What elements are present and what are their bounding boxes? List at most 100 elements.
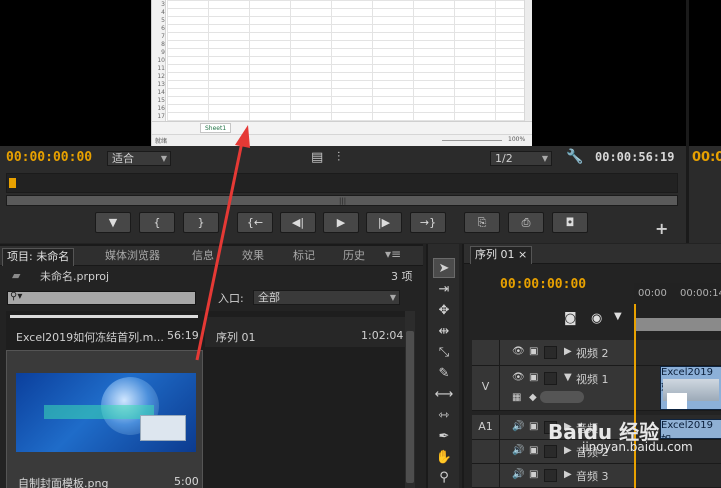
drag-audio-icon[interactable]: ⫶ [337,150,340,165]
project-item-image[interactable]: 自制封面模板.png 5:00 [6,350,203,488]
tab-project[interactable]: 项目: 未命名 [2,248,75,266]
rate-stretch-tool-icon[interactable]: ⤡ [433,343,455,363]
hand-tool-icon[interactable]: ✋ [433,448,455,468]
sync-lock-icon[interactable]: ▣ [529,469,538,480]
search-icon[interactable]: ⚲▾ [10,291,22,302]
add-marker-icon[interactable]: ◉ [591,311,602,326]
mark-out-button[interactable]: } [183,212,219,233]
snap-icon[interactable]: ◙ [564,311,577,326]
marker-down-icon[interactable]: ▼ [614,311,622,322]
sync-lock-icon[interactable]: ▣ [529,421,538,432]
keyframe-nav-control[interactable] [540,391,584,403]
project-item-name[interactable]: Excel2019如何冻结首列.m... [16,329,164,345]
project-tab-bar: 项目: 未命名 媒体浏览器 信息 效果 标记 历史 ▾≡ [0,246,423,266]
tab-history[interactable]: 历史 [339,248,369,266]
timeline-timecode[interactable]: 00:00:00:00 [500,277,586,292]
search-input[interactable]: ⚲▾ [7,291,196,305]
tab-media-browser[interactable]: 媒体浏览器 [101,248,164,266]
tab-markers[interactable]: 标记 [289,248,319,266]
track-audio3-lane[interactable] [634,464,721,488]
work-area-bar[interactable] [634,318,721,331]
sync-lock-icon[interactable]: ▣ [529,372,538,383]
tab-info[interactable]: 信息 [188,248,218,266]
step-forward-button[interactable]: |▶ [366,212,402,233]
mark-in-button[interactable]: { [139,212,175,233]
eye-icon[interactable]: 👁 [512,372,525,383]
go-to-in-button[interactable]: {← [237,212,273,233]
overwrite-button[interactable]: ⎙ [508,212,544,233]
video-clip[interactable]: Excel2019如 [660,366,721,410]
pen-tool-icon[interactable]: ✒ [433,427,455,447]
speaker-icon[interactable]: 🔊 [512,469,524,480]
track-target-slot[interactable] [472,440,500,463]
excel-cell-grid [167,0,532,121]
resolution-dropdown[interactable]: 1/2 ▼ [490,151,552,166]
track-target-slot[interactable] [472,340,500,365]
current-timecode[interactable]: 00:00:00:00 [6,150,92,165]
project-scrollbar[interactable] [405,311,415,488]
project-item-name[interactable]: 序列 01 [216,329,256,345]
selection-tool-icon[interactable]: ➤ [433,258,455,278]
go-to-out-button[interactable]: →} [410,212,446,233]
audio-clip[interactable]: Excel2019如 [660,419,721,439]
close-icon[interactable]: × [518,248,527,261]
eye-icon[interactable]: 👁 [512,346,525,357]
track-lock-box[interactable] [544,469,557,482]
speaker-icon[interactable]: 🔊 [512,445,524,456]
row-number: 9 [161,49,165,56]
sync-lock-icon[interactable]: ▣ [529,346,538,357]
track-target-slot[interactable] [472,464,500,487]
expand-triangle-icon[interactable]: ▶ [564,469,572,480]
drag-video-icon[interactable]: ▤ [311,150,323,165]
fit-dropdown[interactable]: 适合 ▼ [107,151,171,166]
excel-sheet-tab: Sheet1 [200,123,232,133]
speaker-icon[interactable]: 🔊 [512,421,524,432]
track-header-video1: V 👁 ▣ ▼ 视频 1 ▦ ◆ [472,366,634,411]
ruler-tick-label: 00:00:14 [680,288,721,299]
slip-tool-icon[interactable]: ⟷ [433,385,455,405]
track-video2-lane[interactable] [634,340,721,366]
export-frame-button[interactable]: ◘ [552,212,588,233]
track-lock-box[interactable] [544,346,557,359]
row-number: 15 [157,97,165,104]
keyframe-icon[interactable]: ◆ [529,392,537,403]
row-number: 12 [157,73,165,80]
play-button[interactable]: ▶ [323,212,359,233]
insert-button[interactable]: ⎘ [464,212,500,233]
track-select-tool-icon[interactable]: ⇥ [433,280,455,300]
monitor-scrubber[interactable] [6,173,678,193]
panel-menu-icon[interactable]: ▾≡ [385,247,401,261]
rolling-edit-tool-icon[interactable]: ⇹ [433,322,455,342]
timeline-playhead[interactable] [634,304,636,488]
source-patch-v[interactable]: V [472,366,500,410]
track-lock-box[interactable] [544,445,557,458]
scrollbar-thumb[interactable] [406,331,414,483]
entry-filter-dropdown[interactable]: 全部 ▼ [253,290,400,305]
button-editor-plus-icon[interactable]: + [655,219,668,238]
grip-icon[interactable]: ||| [339,197,346,205]
marker-icon: ▼ [108,216,118,229]
step-back-button[interactable]: ◀| [280,212,316,233]
project-item-name: 自制封面模板.png [18,477,109,488]
track-lock-box[interactable] [544,372,557,385]
add-marker-button[interactable]: ▼ [95,212,131,233]
expand-triangle-icon[interactable]: ▼ [564,372,572,383]
project-item-duration: 5:00 [174,475,199,488]
playhead-marker[interactable] [9,178,16,188]
slide-tool-icon[interactable]: ⇿ [433,406,455,426]
tab-effects[interactable]: 效果 [238,248,268,266]
sync-lock-icon[interactable]: ▣ [529,445,538,456]
ripple-edit-tool-icon[interactable]: ✥ [433,301,455,321]
source-patch-a1[interactable]: A1 [472,415,500,439]
display-style-icon[interactable]: ▦ [512,392,521,403]
monitor-zoom-scrollbar[interactable]: ||| [6,195,678,206]
track-video1-lane[interactable]: Excel2019如 [634,366,721,411]
tab-sequence-01[interactable]: 序列 01 × [470,246,533,264]
razor-tool-icon[interactable]: ✎ [433,364,455,384]
expand-triangle-icon[interactable]: ▶ [564,346,572,357]
wrench-icon[interactable]: 🔧 [566,149,583,165]
clip-label: Excel2019如 [661,420,713,438]
expand-triangle-icon[interactable]: ▶ [564,445,572,456]
duration-timecode: 00:00:56:19 [595,150,675,164]
zoom-tool-icon[interactable]: ⚲ [433,468,455,488]
